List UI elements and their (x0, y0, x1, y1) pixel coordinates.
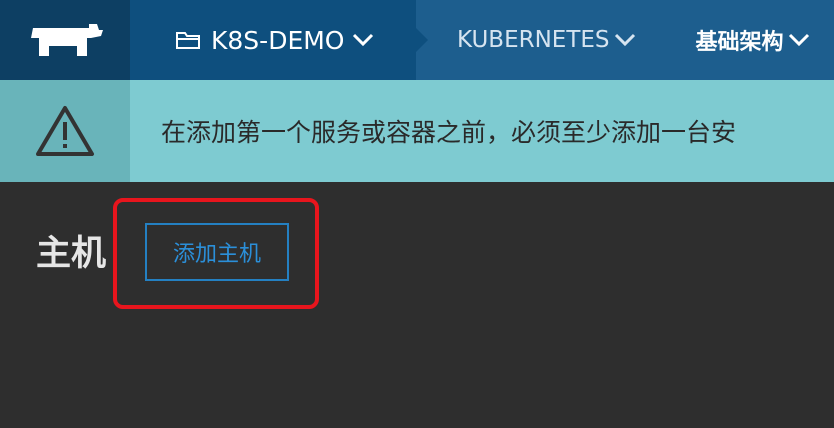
add-host-button[interactable]: 添加主机 (145, 223, 289, 281)
chevron-down-icon (614, 33, 636, 47)
nav-item-infrastructure[interactable]: 基础架构 (696, 24, 810, 56)
warning-triangle-icon (36, 106, 94, 156)
alert-banner: 在添加第一个服务或容器之前，必须至少添加一台安 (0, 80, 834, 182)
folder-icon (175, 29, 201, 51)
top-navigation-bar: K8S-DEMO KUBERNETES 基础架构 (0, 0, 834, 80)
page-title: 主机 (36, 234, 107, 274)
chevron-down-icon (788, 33, 810, 47)
nav-item-label: 基础架构 (695, 30, 784, 55)
chevron-down-icon (352, 33, 374, 47)
environment-label: K8S-DEMO (211, 25, 345, 55)
logo[interactable] (0, 0, 130, 80)
alert-icon-container (0, 80, 130, 182)
environment-switcher[interactable]: K8S-DEMO (130, 0, 428, 80)
env-divider-arrow (416, 28, 428, 52)
main-nav: KUBERNETES 基础架构 (416, 0, 834, 80)
nav-item-kubernetes[interactable]: KUBERNETES (457, 27, 636, 53)
rancher-logo-icon (31, 24, 103, 56)
alert-message: 在添加第一个服务或容器之前，必须至少添加一台安 (161, 118, 737, 147)
nav-item-label: KUBERNETES (457, 27, 610, 53)
